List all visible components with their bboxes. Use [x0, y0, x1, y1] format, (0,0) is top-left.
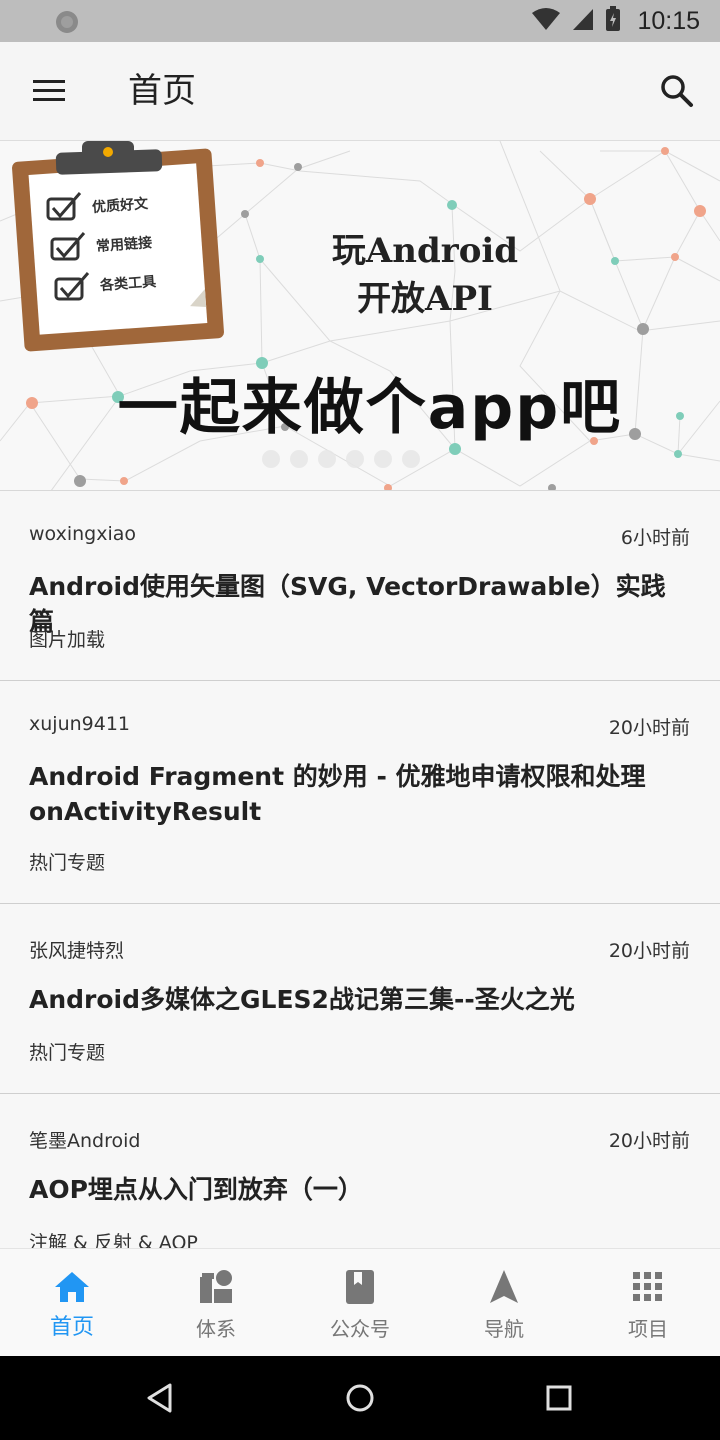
- notification-icon: [54, 9, 80, 39]
- article-list[interactable]: woxingxiao 6小时前 Android使用矢量图（SVG, Vector…: [0, 491, 720, 1248]
- hamburger-icon: [33, 80, 65, 101]
- nav-label: 项目: [628, 1317, 668, 1341]
- home-circle-icon: [346, 1384, 374, 1412]
- clipboard-item: 常用链接: [95, 235, 153, 255]
- nav-item-projects[interactable]: 项目: [576, 1249, 720, 1357]
- app-bar: 首页: [0, 42, 720, 141]
- banner-title: 玩Android: [331, 231, 519, 271]
- status-time: 10:15: [637, 6, 700, 35]
- status-bar: 10:15: [0, 0, 720, 42]
- back-icon: [147, 1383, 172, 1413]
- article-author: xujun9411: [29, 713, 131, 735]
- article-title: Android多媒体之GLES2战记第三集--圣火之光: [29, 985, 575, 1014]
- nav-label: 首页: [49, 1315, 94, 1340]
- nav-item-home[interactable]: 首页: [0, 1249, 144, 1357]
- clipboard-item: 优质好文: [91, 196, 149, 216]
- wifi-icon: [531, 7, 561, 35]
- article-time: 6小时前: [620, 527, 690, 549]
- recents-button[interactable]: [537, 1376, 581, 1420]
- carousel-dot[interactable]: [290, 450, 308, 468]
- nav-item-system[interactable]: 体系: [144, 1249, 288, 1357]
- nav-label: 公众号: [330, 1317, 390, 1341]
- navigation-icon: [484, 1267, 524, 1307]
- article-tag[interactable]: 热门专题: [29, 848, 105, 875]
- banner-carousel[interactable]: 优质好文 常用链接 各类工具 玩Android 开放API 一起来做个app吧: [0, 141, 720, 491]
- bottom-navigation: 首页 体系 公众号 导航 项目: [0, 1248, 720, 1357]
- nav-label: 导航: [484, 1317, 524, 1341]
- search-button[interactable]: [652, 66, 702, 116]
- carousel-dot[interactable]: [402, 450, 420, 468]
- banner-subtitle: 开放API: [357, 279, 493, 319]
- carousel-indicator: [262, 450, 420, 468]
- back-button[interactable]: [138, 1376, 182, 1420]
- article-author: 张风捷特烈: [29, 940, 125, 962]
- recents-icon: [546, 1385, 572, 1411]
- article-tag[interactable]: 图片加载: [29, 625, 105, 652]
- article-card[interactable]: woxingxiao 6小时前 Android使用矢量图（SVG, Vector…: [0, 491, 720, 681]
- category-icon: [196, 1267, 236, 1307]
- page-title: 首页: [128, 71, 196, 111]
- home-system-button[interactable]: [338, 1376, 382, 1420]
- article-tag[interactable]: 热门专题: [29, 1038, 105, 1065]
- signal-icon: [571, 7, 595, 35]
- article-title: Android Fragment 的妙用 - 优雅地申请权限和处理onActiv…: [29, 762, 646, 826]
- search-icon: [661, 75, 693, 107]
- article-card[interactable]: 笔墨Android 20小时前 AOP埋点从入门到放弃（一） 注解 & 反射 &…: [0, 1094, 720, 1248]
- home-icon: [52, 1267, 92, 1307]
- article-time: 20小时前: [608, 717, 690, 739]
- system-navigation-bar: [0, 1356, 720, 1440]
- clipboard-item: 各类工具: [99, 274, 157, 294]
- article-title: Android使用矢量图（SVG, VectorDrawable）实践篇: [29, 572, 666, 636]
- article-tag[interactable]: 注解 & 反射 & AOP: [29, 1228, 198, 1248]
- book-icon: [340, 1267, 380, 1307]
- article-card[interactable]: 张风捷特烈 20小时前 Android多媒体之GLES2战记第三集--圣火之光 …: [0, 904, 720, 1094]
- nav-item-navigation[interactable]: 导航: [432, 1249, 576, 1357]
- article-author: woxingxiao: [29, 523, 136, 545]
- nav-item-official-accounts[interactable]: 公众号: [288, 1249, 432, 1357]
- carousel-dot[interactable]: [346, 450, 364, 468]
- article-time: 20小时前: [608, 1130, 690, 1152]
- carousel-dot[interactable]: [374, 450, 392, 468]
- article-card[interactable]: xujun9411 20小时前 Android Fragment 的妙用 - 优…: [0, 681, 720, 904]
- article-time: 20小时前: [608, 940, 690, 962]
- carousel-dot[interactable]: [318, 450, 336, 468]
- nav-label: 体系: [196, 1317, 236, 1341]
- banner-slogan: 一起来做个app吧: [117, 373, 623, 443]
- battery-icon: [605, 6, 621, 36]
- carousel-dot[interactable]: [262, 450, 280, 468]
- article-title: AOP埋点从入门到放弃（一）: [29, 1175, 363, 1204]
- article-author: 笔墨Android: [29, 1130, 141, 1152]
- apps-grid-icon: [628, 1267, 668, 1307]
- menu-button[interactable]: [24, 68, 74, 114]
